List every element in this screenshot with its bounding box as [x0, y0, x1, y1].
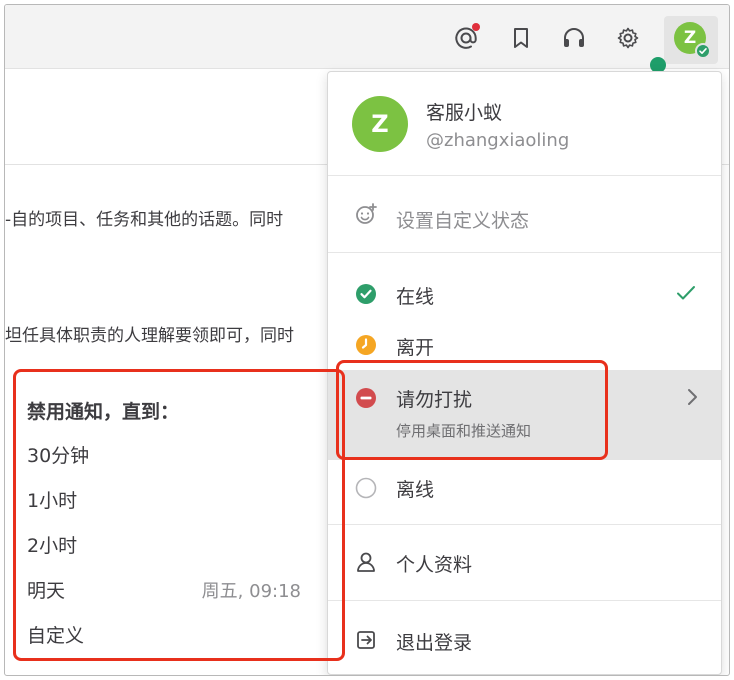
user-avatar-button[interactable]: Z	[664, 16, 718, 64]
dnd-option-custom[interactable]: 自定义	[27, 621, 84, 648]
at-mention-icon[interactable]	[453, 23, 480, 51]
status-dnd-label: 请勿打扰	[396, 389, 473, 411]
away-clock-icon	[354, 333, 378, 357]
dnd-tomorrow-time: 周五, 09:18	[201, 581, 301, 602]
selected-checkmark-icon	[675, 282, 697, 308]
dnd-minus-icon	[354, 386, 378, 410]
divider	[328, 524, 721, 525]
headset-icon[interactable]	[561, 25, 587, 51]
gear-icon[interactable]	[615, 25, 641, 51]
chevron-right-icon	[685, 387, 699, 411]
logout-icon	[354, 628, 378, 652]
online-check-icon	[354, 282, 378, 306]
profile-item[interactable]: 个人资料	[328, 530, 721, 596]
dnd-description: 停用桌面和推送通知	[396, 422, 532, 440]
dnd-option-1h[interactable]: 1小时	[27, 486, 77, 513]
divider	[328, 252, 721, 253]
divider	[328, 600, 721, 601]
dnd-submenu-title: 禁用通知，直到：	[27, 401, 180, 423]
custom-status-label: 设置自定义状态	[396, 210, 530, 232]
status-offline-item[interactable]: 离线	[328, 460, 721, 510]
status-away-item[interactable]: 离开	[328, 320, 721, 370]
offline-circle-icon	[354, 476, 378, 500]
status-away-label: 离开	[396, 337, 435, 359]
logout-label: 退出登录	[396, 632, 473, 654]
status-offline-label: 离线	[396, 479, 435, 501]
message-text: 坦任具体职责的人理解要领即可，同时	[5, 326, 294, 346]
dnd-duration-submenu: 禁用通知，直到： 30分钟 1小时 2小时 明天 周五, 09:18 自定义	[9, 373, 332, 665]
account-dropdown-menu: Z 客服小蚁 @zhangxiaoling 设置自定义状态 在线 离开 请勿打扰…	[327, 71, 722, 675]
profile-label: 个人资料	[396, 554, 473, 576]
user-icon	[354, 550, 378, 574]
profile-name: 客服小蚁	[426, 102, 503, 124]
avatar: Z	[352, 96, 408, 152]
profile-handle: @zhangxiaoling	[426, 130, 570, 151]
smiley-add-icon	[354, 202, 378, 226]
dnd-option-2h[interactable]: 2小时	[27, 531, 77, 558]
status-online-item[interactable]: 在线	[328, 268, 721, 320]
dnd-option-tomorrow[interactable]: 明天	[27, 576, 65, 603]
status-online-label: 在线	[396, 286, 435, 308]
status-dnd-item[interactable]: 请勿打扰 停用桌面和推送通知	[328, 370, 721, 460]
top-bar: Z	[5, 5, 729, 69]
online-status-icon	[695, 43, 711, 59]
app-window: Z -自的项目、任务和其他的话题。同时 坦任具体职责的人理解要领即可，同时 禁用…	[4, 4, 730, 676]
logout-item[interactable]: 退出登录	[328, 606, 721, 672]
unread-mention-dot	[472, 23, 480, 31]
dnd-option-30min[interactable]: 30分钟	[27, 441, 89, 468]
set-custom-status-item[interactable]: 设置自定义状态	[328, 176, 721, 252]
message-text: -自的项目、任务和其他的话题。同时	[5, 210, 284, 230]
bookmark-icon[interactable]	[508, 25, 534, 51]
profile-header: Z 客服小蚁 @zhangxiaoling	[328, 72, 721, 176]
